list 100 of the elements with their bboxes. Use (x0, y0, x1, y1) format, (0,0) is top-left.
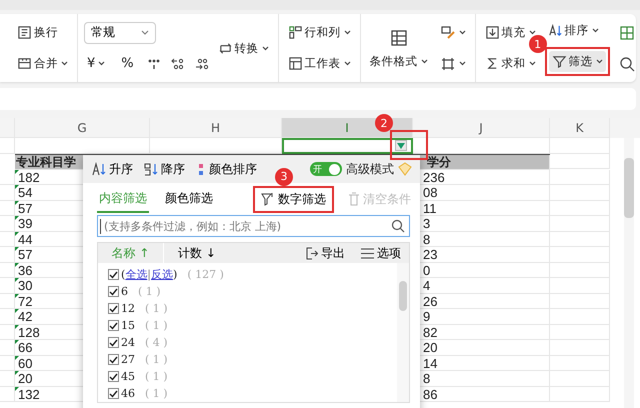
caret-icon (592, 28, 599, 33)
item-count: ( 1 ) (145, 353, 168, 366)
checkbox[interactable] (108, 320, 119, 331)
filter-tab[interactable]: 内容筛选 (97, 186, 149, 212)
conditional-format-button[interactable]: 条件格式 (366, 24, 431, 72)
ribbon-button[interactable]: 筛选 (548, 51, 606, 72)
thousands-separator-icon[interactable] (146, 56, 161, 71)
filter-icon (552, 54, 567, 69)
scrollbar-thumb[interactable] (399, 281, 407, 311)
item-value: 45 (121, 370, 135, 383)
sort-button[interactable]: 升序 (91, 160, 133, 178)
invert-selection-link[interactable]: 反选 (151, 267, 174, 282)
caret-icon (61, 61, 68, 66)
table-cell: 44 (18, 232, 32, 246)
table-cell: 128 (18, 324, 40, 340)
caret-icon (344, 61, 351, 66)
item-count: ( 1 ) (145, 370, 168, 383)
table-cell: 54 (18, 185, 32, 200)
worksheet-icon (288, 56, 303, 71)
search-field[interactable]: (支持多条件过滤，例如：北京 上海) (97, 215, 410, 237)
table-header-cell: 学分 (427, 154, 451, 168)
checkbox[interactable] (108, 303, 119, 314)
caret-icon (262, 46, 269, 50)
empty-cell (550, 138, 610, 154)
checkbox[interactable] (108, 354, 119, 365)
parenthesis-text: ( (121, 268, 126, 281)
options-button[interactable]: 选项 (353, 243, 409, 263)
table-cell: 39 (18, 216, 32, 231)
item-count: ( 1 ) (145, 387, 168, 400)
cell-marker-icon (15, 232, 19, 236)
cell-marker-icon (15, 247, 19, 251)
sort-by-count-button[interactable]: 计数 ↓ (164, 243, 224, 263)
sort-button[interactable]: 颜色排序 (195, 160, 257, 178)
select-all-link[interactable]: 全选 (125, 267, 148, 282)
number-format-button[interactable]: ¥ (84, 53, 108, 74)
table-cell: 82 (423, 324, 438, 340)
item-value: 24 (121, 336, 135, 349)
sort-descending-icon (143, 162, 159, 176)
number-filter-button[interactable]: 数字筛选 (253, 186, 334, 212)
table-cell: 8 (423, 232, 430, 246)
border-icon (440, 56, 456, 72)
ribbon-button[interactable]: 合并 (14, 53, 71, 74)
checkbox[interactable] (108, 371, 119, 382)
advanced-mode-label: 高级模式 (346, 160, 394, 178)
table-cell: 86 (423, 386, 438, 402)
fill-down-icon (484, 25, 500, 40)
table-cell: 42 (18, 309, 32, 324)
cell-marker-icon (15, 294, 19, 298)
cell-marker-icon (15, 278, 19, 282)
filter-dropdown-button[interactable] (395, 140, 407, 151)
table-cell: 20 (18, 371, 32, 386)
ribbon-button[interactable]: 排序 (544, 20, 602, 41)
rows-columns-icon (288, 25, 303, 40)
table-cell: 30 (18, 278, 32, 293)
table-cell: 26 (423, 294, 438, 308)
active-cell[interactable] (282, 138, 413, 154)
item-count: ( 1 ) (145, 319, 168, 332)
table-cell: 9 (423, 309, 430, 324)
checkbox[interactable] (108, 286, 119, 297)
caret-icon (344, 30, 351, 35)
item-count: ( 4 ) (145, 336, 168, 349)
column-header[interactable]: K (550, 118, 610, 138)
cell-marker-icon (15, 170, 19, 174)
convert-icon (218, 40, 233, 56)
increase-decimal-icon[interactable] (170, 56, 185, 71)
scrollbar-thumb[interactable] (624, 158, 634, 218)
export-button[interactable]: 导出 (297, 243, 353, 263)
empty-cell (0, 138, 15, 154)
export-icon (305, 246, 318, 260)
checkbox[interactable] (108, 337, 119, 348)
caret-icon (596, 59, 603, 64)
number-format-button[interactable]: % (118, 53, 137, 74)
checkbox[interactable] (108, 269, 119, 280)
caret-icon (458, 61, 466, 66)
item-value: 6 (121, 285, 128, 298)
ribbon-button[interactable]: 行和列 (284, 22, 354, 43)
table-cell: 72 (18, 294, 32, 308)
decrease-decimal-icon[interactable] (194, 56, 209, 71)
column-header[interactable]: G (15, 118, 150, 138)
filter-tab[interactable]: 颜色筛选 (163, 186, 215, 212)
table-cell: 0 (423, 262, 430, 278)
table-header-cell: 专业科目学 (16, 154, 76, 168)
checkbox[interactable] (108, 388, 119, 399)
scrollbar[interactable] (624, 138, 634, 408)
caret-icon (528, 61, 536, 66)
highlight-frame (390, 130, 428, 160)
ribbon-button[interactable]: 换行 (14, 22, 61, 43)
column-header[interactable]: J (413, 118, 550, 138)
scrollbar[interactable] (397, 263, 409, 402)
table-cell: 8 (423, 371, 430, 386)
filter-icon (261, 192, 275, 206)
ribbon-button[interactable]: 工作表 (284, 53, 354, 74)
ribbon-button[interactable]: 转换 (214, 38, 272, 58)
merge-cells-icon (17, 56, 32, 71)
table-cell: 182 (18, 170, 40, 184)
ribbon-button[interactable]: 求和 (482, 53, 539, 74)
sort-button[interactable]: 降序 (143, 160, 185, 178)
number-format-select[interactable]: 常规 (84, 22, 156, 44)
cell-marker-icon (15, 200, 19, 204)
cell-marker-icon (15, 371, 19, 375)
